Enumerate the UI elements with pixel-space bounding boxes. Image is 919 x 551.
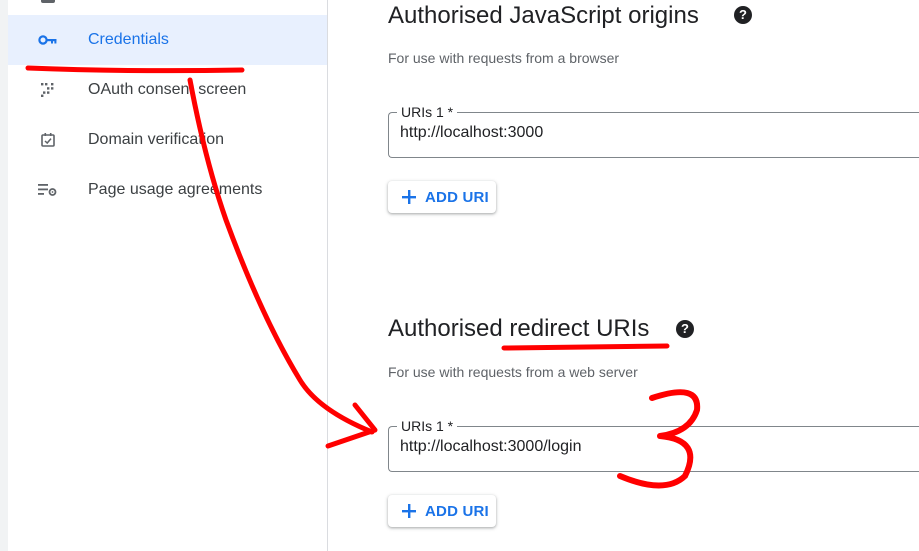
sidebar-item-page-usage[interactable]: Page usage agreements <box>8 165 327 215</box>
main-content: Authorised JavaScript origins ? For use … <box>328 0 919 551</box>
key-icon <box>38 32 58 48</box>
add-js-origin-uri-button[interactable]: ADD URI <box>388 181 496 213</box>
field-label: URIs 1 * <box>397 104 458 120</box>
sidebar-item-oauth-consent[interactable]: OAuth consent screen <box>8 65 327 115</box>
help-icon[interactable]: ? <box>676 320 694 338</box>
sidebar: Credentials OAuth consent screen Domain … <box>8 0 328 551</box>
sidebar-item-partial[interactable] <box>8 0 327 15</box>
plus-icon <box>400 502 418 520</box>
redirect-uris-subtitle: For use with requests from a web server <box>388 364 638 380</box>
sidebar-item-label: Page usage agreements <box>88 181 263 198</box>
partial-icon <box>41 0 55 3</box>
button-label: ADD URI <box>425 502 489 520</box>
help-icon[interactable]: ? <box>734 6 752 24</box>
button-label: ADD URI <box>425 188 489 206</box>
sidebar-item-credentials[interactable]: Credentials <box>8 15 327 65</box>
plus-icon <box>400 188 418 206</box>
sidebar-item-label: OAuth consent screen <box>88 81 247 98</box>
add-redirect-uri-button[interactable]: ADD URI <box>388 495 496 527</box>
checkbox-icon <box>38 132 58 148</box>
js-origin-uri-input[interactable] <box>400 124 900 142</box>
redirect-uri-field[interactable]: URIs 1 * <box>388 418 919 472</box>
settings-list-icon <box>38 182 58 198</box>
js-origin-uri-field[interactable]: URIs 1 * <box>388 104 919 158</box>
sidebar-item-label: Domain verification <box>88 131 225 148</box>
left-edge-strip <box>0 0 8 551</box>
field-label: URIs 1 * <box>397 418 458 434</box>
oauth-consent-icon <box>38 82 58 98</box>
redirect-uri-input[interactable] <box>400 438 900 456</box>
js-origins-subtitle: For use with requests from a browser <box>388 50 620 66</box>
js-origins-title: Authorised JavaScript origins <box>388 2 699 29</box>
redirect-uris-title: Authorised redirect URIs <box>388 315 650 342</box>
sidebar-item-label: Credentials <box>88 31 169 48</box>
sidebar-item-domain-verification[interactable]: Domain verification <box>8 115 327 165</box>
